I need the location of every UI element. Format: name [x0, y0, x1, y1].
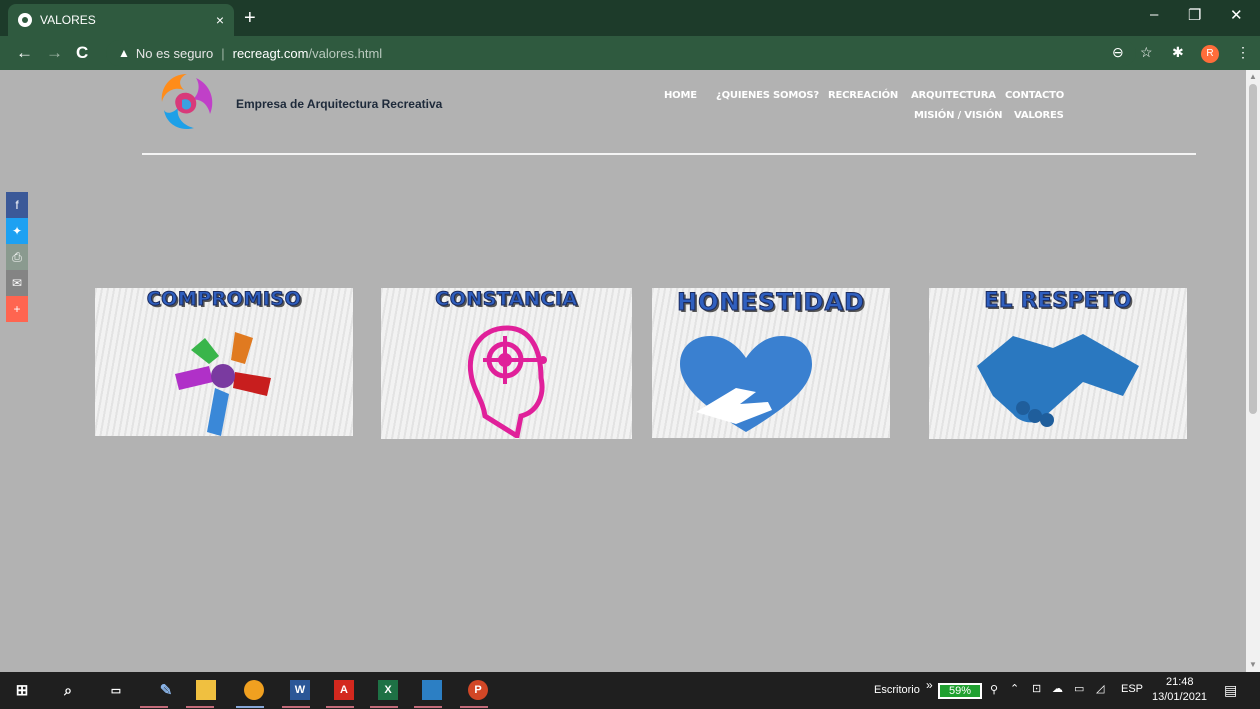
paint-icon[interactable]: ✎: [156, 680, 176, 700]
more-icon: +: [13, 302, 21, 316]
nav-mision-vision[interactable]: MISIÓN / VISIÓN: [914, 110, 1003, 121]
taskbar-indicator: [370, 706, 398, 708]
heart-hand-icon: [680, 336, 812, 432]
value-title: COMPROMISO: [146, 288, 302, 311]
forward-button[interactable]: →: [46, 43, 63, 63]
header-divider: [142, 153, 1196, 155]
warning-icon: ▲: [118, 46, 130, 60]
separator: |: [221, 45, 225, 61]
nav-valores[interactable]: VALORES: [1014, 110, 1064, 121]
reload-button[interactable]: C: [76, 43, 88, 63]
minimize-button[interactable]: –: [1150, 6, 1158, 23]
desktop-toolbar-label[interactable]: Escritorio: [874, 684, 920, 696]
facebook-share-button[interactable]: f: [6, 192, 28, 218]
bookmark-star-icon[interactable]: ☆: [1140, 44, 1153, 61]
tab-close-icon[interactable]: ×: [216, 12, 224, 28]
word-icon[interactable]: W: [290, 680, 310, 700]
clock-date[interactable]: 13/01/2021: [1152, 691, 1207, 703]
twitter-share-button[interactable]: ✦: [6, 218, 28, 244]
acrobat-icon[interactable]: A: [334, 680, 354, 700]
email-icon: ✉: [11, 276, 23, 290]
url-path: /valores.html: [308, 45, 383, 61]
handshake-icon: [977, 334, 1139, 427]
excel-icon[interactable]: X: [378, 680, 398, 700]
windows-taskbar: ⊞ ⌕ ▭ ✎ W A X P Escritorio » 59% ⚲ ⌃ ⊡ ☁…: [0, 672, 1260, 709]
taskbar-indicator: [414, 706, 442, 708]
tab-valores[interactable]: VALORES ×: [8, 4, 234, 36]
nav-home[interactable]: HOME: [664, 90, 697, 101]
taskbar-indicator: [326, 706, 354, 708]
taskbar-indicator: [460, 706, 488, 708]
scrollbar-thumb[interactable]: [1249, 84, 1257, 414]
notifications-icon[interactable]: ▤: [1224, 682, 1237, 699]
back-button[interactable]: ←: [16, 43, 33, 63]
facebook-icon: f: [15, 198, 19, 212]
scroll-up-icon[interactable]: ▲: [1249, 72, 1257, 81]
nav-recreacion[interactable]: RECREACIÓN: [828, 90, 898, 101]
cloud-icon[interactable]: ☁: [1052, 682, 1063, 695]
value-card-constancia[interactable]: CONSTANCIA: [381, 288, 632, 439]
nav-contacto[interactable]: CONTACTO: [1005, 90, 1064, 101]
security-warning: No es seguro: [135, 45, 214, 61]
tray-tool-icon[interactable]: ⚲: [990, 683, 998, 696]
start-icon[interactable]: ⊞: [12, 680, 32, 700]
tab-title: VALORES: [40, 13, 96, 27]
restore-button[interactable]: ❐: [1188, 6, 1201, 24]
extensions-icon[interactable]: ✱: [1172, 44, 1184, 61]
page-content: Empresa de Arquitectura Recreativa HOME …: [0, 70, 1246, 672]
value-card-compromiso[interactable]: COMPROMISO: [95, 288, 353, 436]
tray-device-icon[interactable]: ⊡: [1032, 682, 1041, 695]
language-indicator[interactable]: ESP: [1121, 683, 1143, 695]
page-scrollbar[interactable]: ▲ ▼: [1246, 70, 1260, 672]
scroll-down-icon[interactable]: ▼: [1249, 660, 1257, 669]
file-explorer-icon[interactable]: [196, 680, 216, 700]
nav-quienes-somos[interactable]: ¿QUIENES SOMOS?: [716, 90, 819, 101]
menu-kebab-icon[interactable]: ⋮: [1236, 44, 1250, 61]
taskbar-indicator: [140, 706, 168, 708]
value-card-honestidad[interactable]: HONESTIDAD: [652, 288, 890, 438]
chrome-icon[interactable]: [244, 680, 264, 700]
wifi-icon[interactable]: ◿: [1096, 682, 1104, 695]
value-title: CONSTANCIA: [435, 288, 578, 311]
url-host: recreagt.com: [232, 45, 309, 61]
tab-strip: VALORES × + – ❐ ✕: [0, 0, 1260, 36]
value-title: EL RESPETO: [984, 288, 1132, 313]
head-target-icon: [467, 325, 547, 438]
nav-arquitectura[interactable]: ARQUITECTURA: [911, 90, 996, 101]
tray-battery-icon[interactable]: ▭: [1074, 682, 1084, 695]
hands-icon: [175, 332, 271, 436]
battery-level[interactable]: 59%: [938, 683, 982, 699]
photos-icon[interactable]: [422, 680, 442, 700]
new-tab-button[interactable]: +: [244, 6, 256, 30]
brand-name: Empresa de Arquitectura Recreativa: [236, 97, 443, 111]
email-share-button[interactable]: ✉: [6, 270, 28, 296]
tray-overflow-icon[interactable]: ⌃: [1010, 682, 1019, 695]
value-card-el-respeto[interactable]: EL RESPETO: [929, 288, 1187, 439]
search-icon[interactable]: ⌕: [58, 680, 78, 700]
powerpoint-icon[interactable]: P: [468, 680, 488, 700]
site-favicon-icon: [18, 13, 32, 27]
task-view-icon[interactable]: ▭: [106, 680, 126, 700]
address-bar[interactable]: ▲ No es seguro | recreagt.com/valores.ht…: [106, 40, 1136, 66]
zoom-icon[interactable]: ⊖: [1112, 44, 1124, 61]
toolbar-expand-icon[interactable]: »: [926, 678, 933, 692]
close-window-button[interactable]: ✕: [1230, 6, 1243, 24]
browser-toolbar: ← → C ▲ No es seguro | recreagt.com/valo…: [0, 36, 1260, 70]
company-logo[interactable]: [156, 70, 218, 132]
print-icon: ⎙: [12, 249, 22, 264]
profile-avatar[interactable]: R: [1201, 45, 1219, 63]
taskbar-indicator: [236, 706, 264, 708]
taskbar-indicator: [282, 706, 310, 708]
print-share-button[interactable]: ⎙: [6, 244, 28, 270]
clock-time[interactable]: 21:48: [1166, 676, 1194, 688]
more-share-button[interactable]: +: [6, 296, 28, 322]
value-title: HONESTIDAD: [677, 288, 865, 317]
taskbar-indicator: [186, 706, 214, 708]
twitter-icon: ✦: [11, 224, 23, 238]
